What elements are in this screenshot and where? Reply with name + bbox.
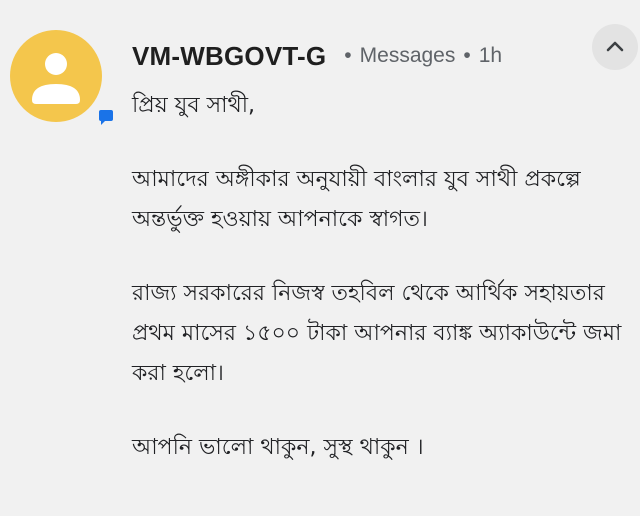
timestamp: 1h (478, 44, 503, 67)
message-body: প্রিয় যুব সাথী, আমাদের অঙ্গীকার অনুযায়… (132, 86, 622, 468)
person-icon (32, 53, 80, 104)
message-paragraph: আমাদের অঙ্গীকার অনুযায়ী বাংলার যুব সাথী… (132, 167, 581, 232)
notification-header: VM-WBGOVT-G • Messages • 1h (132, 38, 502, 74)
app-name: Messages (359, 44, 456, 67)
sender-name: VM-WBGOVT-G (132, 40, 327, 71)
messages-app-icon (99, 110, 113, 125)
message-paragraph: রাজ্য সরকারের নিজস্ব তহবিল থেকে আর্থিক স… (132, 281, 622, 386)
chevron-up-icon (606, 41, 624, 52)
app-badge (92, 104, 120, 132)
message-notification[interactable]: VM-WBGOVT-G • Messages • 1h প্রিয় যুব সাথী… (0, 0, 640, 516)
notification-meta: • Messages • 1h (336, 44, 502, 68)
sender-avatar-container (10, 30, 120, 132)
message-closing: আপনি ভালো থাকুন, সুস্থ থাকুন । (132, 435, 424, 460)
message-greeting: প্রিয় যুব সাথী, (132, 93, 256, 118)
separator-dot: • (344, 44, 352, 67)
separator-dot: • (463, 44, 471, 67)
avatar (10, 30, 102, 122)
collapse-button[interactable] (592, 24, 638, 70)
